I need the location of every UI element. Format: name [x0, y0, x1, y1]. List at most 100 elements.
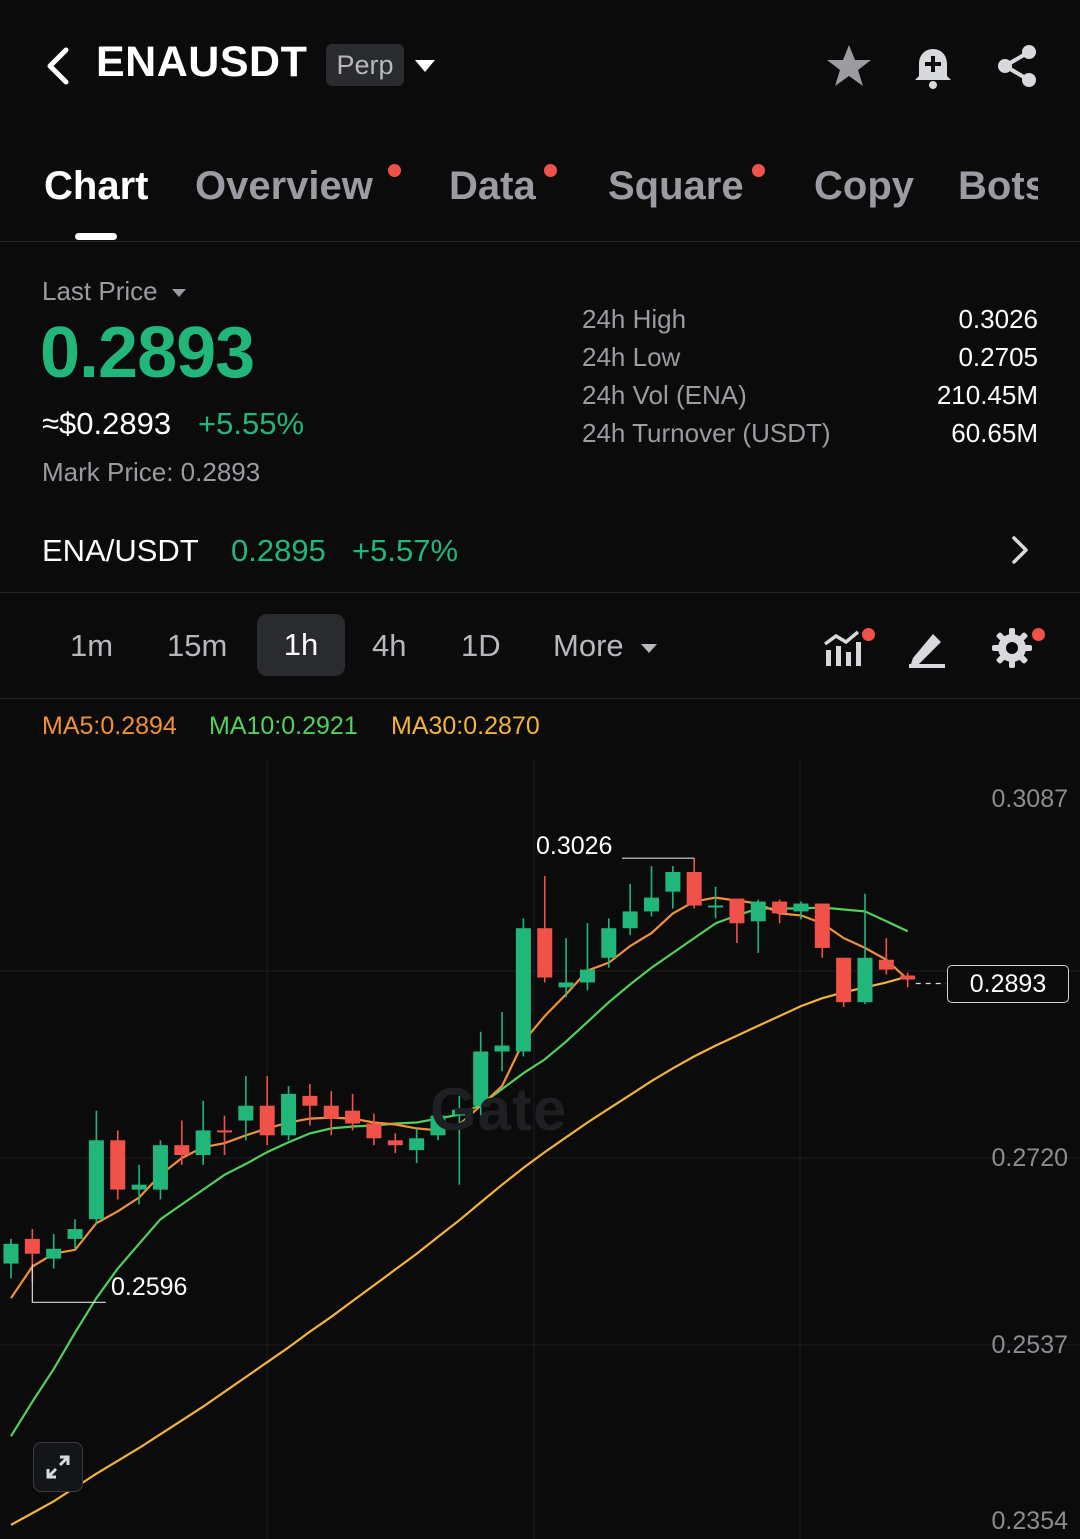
candle [195, 1100, 211, 1165]
candle-body [323, 1105, 339, 1119]
timeframe-4h[interactable]: 4h [372, 624, 406, 686]
indicator-icon[interactable] [822, 626, 866, 670]
tab-square-notification-dot [752, 164, 765, 177]
candle-body [409, 1138, 425, 1151]
spot-divider [0, 592, 1080, 593]
last-price-value: 0.2893 [40, 313, 255, 393]
tab-copy[interactable]: Copy [814, 164, 914, 209]
candle [281, 1086, 297, 1141]
candlestick-chart[interactable] [0, 760, 1080, 1539]
candle [217, 1115, 232, 1156]
candle [345, 1093, 361, 1131]
candle-body [558, 982, 574, 988]
candle-body [686, 871, 702, 906]
last-price-selector[interactable]: Last Price [42, 276, 187, 307]
tab-overview[interactable]: Overview [195, 164, 373, 209]
candle-body [836, 957, 852, 1003]
more-label: More [553, 628, 624, 663]
caret-down-icon[interactable] [414, 58, 436, 74]
candle [259, 1076, 275, 1146]
candle [131, 1164, 147, 1205]
candle-body [366, 1123, 382, 1139]
candle [46, 1233, 62, 1269]
tab-data[interactable]: Data [449, 164, 536, 209]
candle [494, 1012, 510, 1072]
candle [579, 923, 595, 991]
candle [750, 899, 766, 953]
star-icon[interactable] [825, 42, 873, 90]
candle-body [772, 901, 788, 914]
active-tab-indicator [75, 233, 117, 240]
candle [622, 883, 638, 936]
tab-overview-notification-dot [388, 164, 401, 177]
stat-label-24h-low: 24h Low [582, 342, 681, 372]
candle-body [67, 1229, 83, 1239]
candle-body [601, 928, 617, 958]
stat-value-24h-vol: 210.45M [936, 380, 1038, 410]
back-icon[interactable] [40, 44, 80, 88]
candle-body [622, 911, 638, 929]
timeframe-1m[interactable]: 1m [70, 624, 113, 686]
candle-body [131, 1184, 147, 1190]
caret-down-icon [641, 643, 658, 653]
draw-icon[interactable] [905, 626, 949, 670]
bell-plus-icon[interactable] [909, 42, 957, 90]
candle-body [537, 928, 553, 978]
candle [665, 866, 681, 909]
timeframe-more[interactable]: More [553, 624, 658, 686]
candle [537, 875, 553, 983]
ma30-legend: MA30:0.2870 [391, 712, 540, 740]
toolbar-divider [0, 698, 1080, 699]
candle [686, 858, 702, 909]
price-change-percent: +5.55% [198, 406, 305, 441]
timeframe-15m[interactable]: 15m [167, 624, 227, 686]
stat-value-24h-turnover: 60.65M [951, 418, 1038, 448]
candle-body [195, 1130, 211, 1156]
stat-label-24h-high: 24h High [582, 304, 687, 334]
candle [88, 1110, 104, 1225]
candle-body [729, 898, 745, 924]
symbol-title[interactable]: ENAUSDT [96, 38, 307, 87]
candle-body [387, 1140, 403, 1146]
ma30-line [10, 975, 908, 1526]
candle-body [152, 1145, 168, 1190]
tab-chart[interactable]: Chart [44, 164, 148, 209]
candle [814, 903, 830, 958]
candle [238, 1076, 254, 1141]
stat-value-24h-high: 0.3026 [958, 304, 1038, 334]
stat-label-24h-vol: 24h Vol (ENA) [582, 380, 747, 410]
ma5-legend: MA5:0.2894 [42, 712, 177, 740]
timeframe-1d[interactable]: 1D [461, 624, 501, 686]
candle-body [238, 1105, 254, 1121]
tab-square[interactable]: Square [608, 164, 744, 209]
tab-data-notification-dot [544, 164, 557, 177]
stat-label-24h-turnover: 24h Turnover (USDT) [582, 418, 831, 448]
candle-body [345, 1110, 361, 1124]
fullscreen-button[interactable] [33, 1442, 83, 1492]
candle [152, 1140, 168, 1200]
candle [601, 918, 617, 968]
candle-body [302, 1095, 318, 1106]
y-axis-label: 0.2354 [991, 1507, 1068, 1535]
candle-body [88, 1140, 104, 1220]
y-axis-label: 0.2720 [991, 1144, 1068, 1172]
timeframe-1h[interactable]: 1h [257, 614, 345, 676]
chevron-right-icon[interactable] [1008, 534, 1032, 566]
candle-body [665, 871, 681, 892]
candle-body [579, 969, 595, 983]
candle-body [644, 897, 659, 912]
candle-body [878, 959, 894, 970]
candle-body [708, 905, 724, 908]
y-axis-label: 0.2537 [991, 1331, 1068, 1359]
candle-body [857, 957, 873, 1003]
last-price-label: Last Price [42, 276, 158, 306]
contract-type-badge[interactable]: Perp [326, 44, 404, 86]
low-marker-line [31, 1264, 106, 1303]
gate-watermark: Gate [430, 1076, 568, 1143]
settings-icon[interactable] [990, 626, 1034, 670]
tab-bots[interactable]: Bots [958, 164, 1038, 209]
share-icon[interactable] [993, 42, 1041, 90]
mark-price: Mark Price: 0.2893 [42, 457, 261, 487]
high-marker-label: 0.3026 [536, 832, 613, 860]
candle-body [793, 903, 809, 912]
